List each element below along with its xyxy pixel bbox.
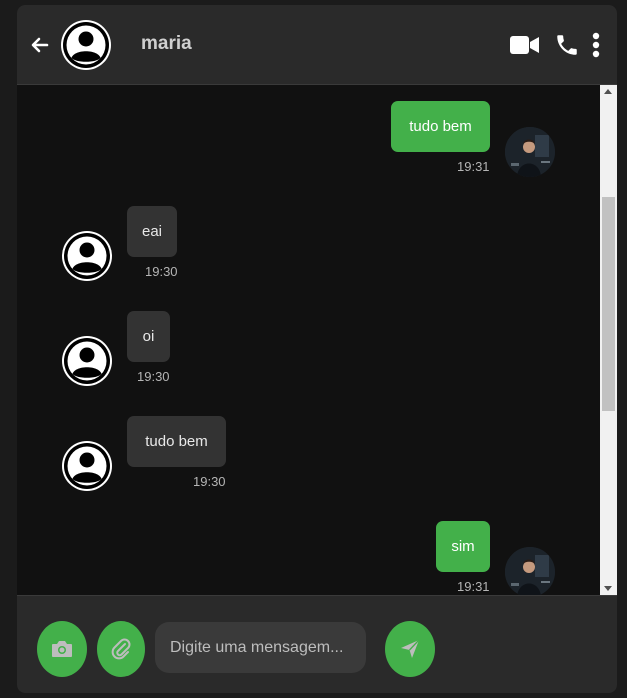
attach-button[interactable] (97, 621, 145, 677)
message-composer (17, 595, 617, 693)
contact-name: maria (141, 33, 192, 54)
contact-avatar (62, 336, 112, 386)
message-bubble-received: tudo bem (127, 416, 226, 467)
my-avatar-photo (505, 547, 555, 595)
send-button[interactable] (385, 621, 435, 677)
contact-avatar (62, 231, 112, 281)
contact-avatar (62, 441, 112, 491)
send-icon (401, 639, 420, 658)
message-bubble-received: oi (127, 311, 170, 362)
scroll-down-arrow-icon[interactable] (604, 586, 612, 591)
more-options-icon[interactable] (591, 32, 601, 62)
message-input[interactable] (155, 622, 366, 673)
chat-header: maria (17, 5, 617, 85)
phone-call-icon[interactable] (554, 32, 580, 62)
my-avatar-photo (505, 127, 555, 177)
scroll-up-arrow-icon[interactable] (604, 89, 612, 94)
camera-button[interactable] (37, 621, 87, 677)
message-time: 19:30 (137, 369, 170, 384)
contact-avatar[interactable] (61, 20, 111, 70)
message-list[interactable]: tudo bem 19:31 eai 19:30 oi 19:30 tudo b… (17, 85, 617, 595)
paperclip-icon (111, 638, 131, 660)
camera-icon (52, 641, 72, 657)
message-bubble-received: eai (127, 206, 177, 257)
message-time: 19:30 (145, 264, 178, 279)
chat-window: maria tudo bem 19:31 eai 19:30 oi 19:30 … (17, 5, 617, 693)
message-time: 19:31 (457, 579, 490, 594)
message-time: 19:31 (457, 159, 490, 174)
back-arrow-icon[interactable] (29, 34, 51, 56)
video-call-icon[interactable] (510, 35, 540, 59)
message-bubble-sent: tudo bem (391, 101, 490, 152)
scroll-thumb[interactable] (602, 197, 615, 411)
message-time: 19:30 (193, 474, 226, 489)
message-scrollbar[interactable] (600, 85, 617, 595)
message-bubble-sent: sim (436, 521, 490, 572)
